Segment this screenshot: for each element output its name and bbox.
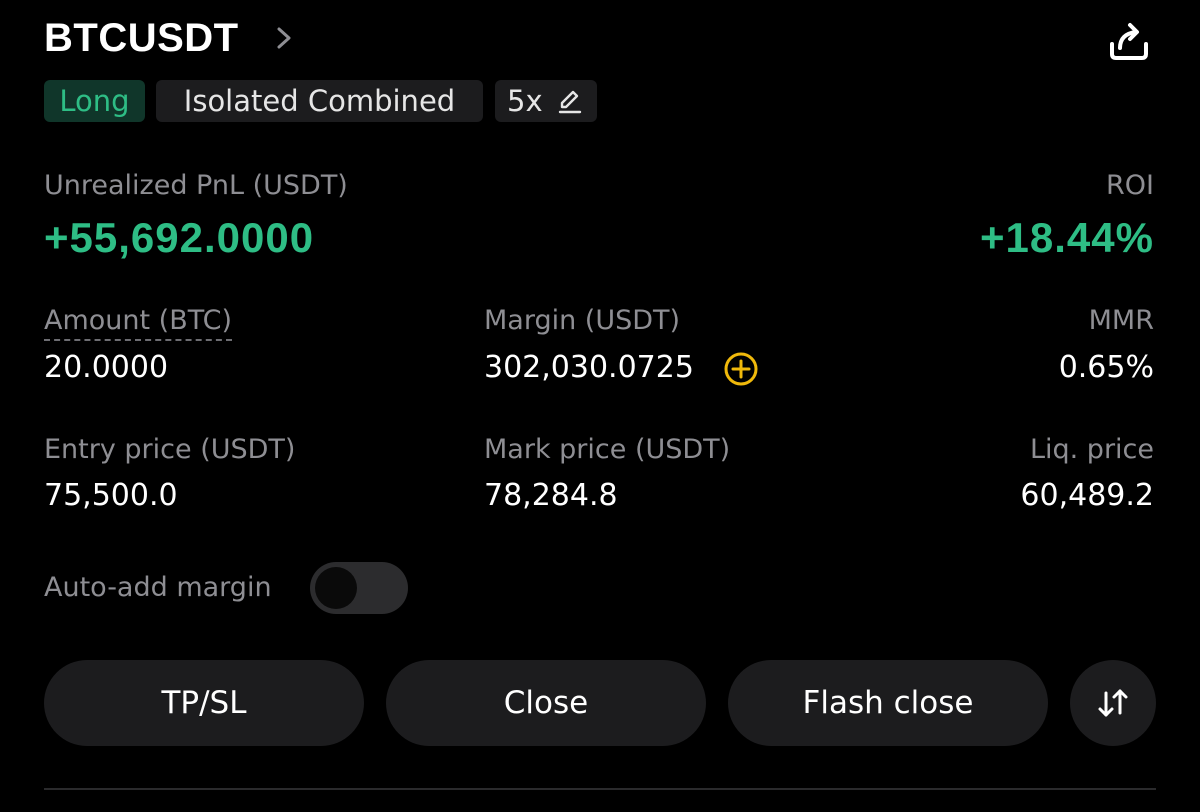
unrealized-pnl-value: +55,692.0000 (44, 214, 315, 261)
unrealized-pnl-label: Unrealized PnL (USDT) (44, 170, 348, 201)
liq-price-label: Liq. price (1029, 434, 1154, 465)
share-icon[interactable] (1104, 18, 1154, 64)
tpsl-button[interactable]: TP/SL (44, 660, 364, 746)
swap-arrows-icon (1098, 689, 1128, 717)
margin-label: Margin (USDT) (484, 305, 681, 336)
flash-close-button[interactable]: Flash close (728, 660, 1048, 746)
close-button[interactable]: Close (386, 660, 706, 746)
add-margin-icon[interactable] (723, 351, 759, 387)
side-tag: Long (44, 80, 145, 122)
roi-value: +18.44% (980, 214, 1154, 261)
liq-price-value: 60,489.2 (1020, 478, 1154, 513)
mmr-label: MMR (1088, 305, 1154, 336)
divider (44, 788, 1156, 790)
mark-price-value: 78,284.8 (484, 478, 618, 513)
symbol-title[interactable]: BTCUSDT (44, 14, 239, 62)
leverage-value: 5x (507, 84, 543, 118)
entry-price-value: 75,500.0 (44, 478, 178, 513)
margin-mode-tag: Isolated Combined (156, 80, 483, 122)
reverse-position-button[interactable] (1070, 660, 1156, 746)
mark-price-label: Mark price (USDT) (484, 434, 731, 465)
amount-value: 20.0000 (44, 350, 169, 385)
edit-icon[interactable] (556, 87, 584, 115)
chevron-right-icon[interactable] (272, 24, 296, 52)
mmr-value: 0.65% (1058, 350, 1154, 385)
roi-label: ROI (1106, 170, 1154, 201)
margin-value: 302,030.0725 (484, 350, 694, 385)
auto-add-margin-label: Auto-add margin (44, 572, 272, 603)
toggle-knob (315, 567, 357, 609)
auto-add-margin-toggle[interactable] (310, 562, 408, 614)
amount-label[interactable]: Amount (BTC) (44, 305, 233, 341)
entry-price-label: Entry price (USDT) (44, 434, 296, 465)
